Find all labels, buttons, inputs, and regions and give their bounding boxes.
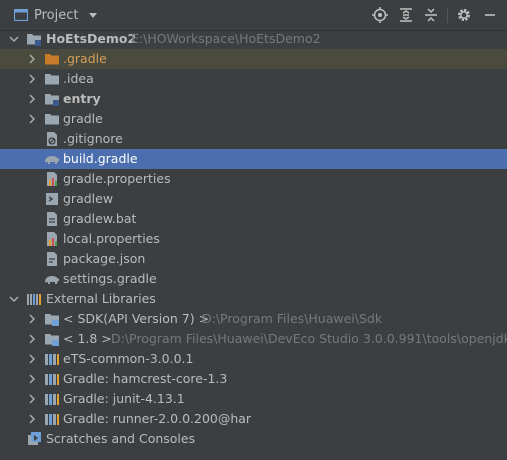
tree-node-idea[interactable]: .idea bbox=[0, 69, 507, 89]
project-root-label: HoEtsDemo2 bbox=[46, 31, 137, 46]
tree-node-gradlew-bat[interactable]: gradlew.bat bbox=[0, 209, 507, 229]
libraries-icon bbox=[27, 294, 41, 305]
tool-window-header: Project bbox=[0, 0, 507, 31]
library-icon bbox=[45, 354, 59, 365]
library-icon bbox=[45, 414, 59, 425]
tree-node-entry[interactable]: entry bbox=[0, 89, 507, 109]
tree-node-gradlew[interactable]: gradlew bbox=[0, 189, 507, 209]
tree-node-settings-gradle[interactable]: settings.gradle bbox=[0, 269, 507, 289]
library-path: D:\Program Files\Huawei\DevEco Studio 3.… bbox=[111, 331, 507, 346]
chevron-right-icon[interactable] bbox=[26, 93, 38, 105]
chevron-right-icon[interactable] bbox=[26, 373, 38, 385]
tree-node-gradle-dir[interactable]: .gradle bbox=[0, 49, 507, 69]
chevron-right-icon[interactable] bbox=[26, 393, 38, 405]
folder-icon bbox=[45, 114, 59, 125]
tree-item-label: .gradle bbox=[63, 51, 107, 66]
tree-node-runner[interactable]: Gradle: runner-2.0.0.200@har bbox=[0, 409, 507, 429]
collapse-all-icon[interactable] bbox=[423, 7, 439, 23]
tree-item-label: gradlew bbox=[63, 191, 114, 206]
tree-item-label: entry bbox=[63, 91, 101, 106]
tree-item-label: package.json bbox=[63, 251, 146, 266]
tree-item-label: settings.gradle bbox=[63, 271, 157, 286]
library-icon bbox=[45, 394, 59, 405]
tree-item-label: local.properties bbox=[63, 231, 160, 246]
tree-node-gitignore[interactable]: .gitignore bbox=[0, 129, 507, 149]
library-label: Gradle: hamcrest-core-1.3 bbox=[63, 371, 228, 386]
locate-icon[interactable] bbox=[372, 7, 388, 23]
tree-node-gradle-folder[interactable]: gradle bbox=[0, 109, 507, 129]
project-root-path: E:\HOWorkspace\HoEtsDemo2 bbox=[131, 31, 321, 46]
tree-node-gradle-properties[interactable]: gradle.properties bbox=[0, 169, 507, 189]
tree-node-ets-common[interactable]: eTS-common-3.0.0.1 bbox=[0, 349, 507, 369]
tree-node-sdk[interactable]: < SDK(API Version 7) > D:\Program Files\… bbox=[0, 309, 507, 329]
chevron-right-icon[interactable] bbox=[26, 313, 38, 325]
toolbar-separator bbox=[447, 8, 448, 23]
module-folder-icon bbox=[45, 94, 59, 106]
library-label: eTS-common-3.0.0.1 bbox=[63, 351, 194, 366]
tree-node-external-libraries[interactable]: External Libraries bbox=[0, 289, 507, 309]
tree-node-local-properties[interactable]: local.properties bbox=[0, 229, 507, 249]
tree-item-label: gradle.properties bbox=[63, 171, 171, 186]
tree-node-package-json[interactable]: package.json bbox=[0, 249, 507, 269]
tree-node-hamcrest[interactable]: Gradle: hamcrest-core-1.3 bbox=[0, 369, 507, 389]
library-label: Gradle: runner-2.0.0.200@har bbox=[63, 411, 252, 426]
tree-node-jdk[interactable]: < 1.8 > D:\Program Files\Huawei\DevEco S… bbox=[0, 329, 507, 349]
chevron-right-icon[interactable] bbox=[26, 333, 38, 345]
tree-item-label: .idea bbox=[63, 71, 94, 86]
tree-node-build-gradle[interactable]: build.gradle bbox=[0, 149, 507, 169]
minimize-icon[interactable] bbox=[482, 7, 498, 23]
tree-item-label: External Libraries bbox=[46, 291, 156, 306]
module-folder-icon bbox=[27, 34, 41, 46]
chevron-right-icon[interactable] bbox=[26, 413, 38, 425]
tree-item-label: gradlew.bat bbox=[63, 211, 137, 226]
library-icon bbox=[45, 374, 59, 385]
chevron-down-icon[interactable] bbox=[88, 10, 98, 20]
tree-node-root[interactable]: HoEtsDemo2 E:\HOWorkspace\HoEtsDemo2 bbox=[0, 29, 507, 49]
gear-icon[interactable] bbox=[456, 7, 472, 23]
batch-file-icon bbox=[47, 212, 57, 226]
chevron-right-icon[interactable] bbox=[26, 353, 38, 365]
folder-icon bbox=[45, 54, 59, 65]
chevron-right-icon[interactable] bbox=[26, 53, 38, 65]
tree-node-scratches[interactable]: Scratches and Consoles bbox=[0, 429, 507, 449]
chevron-down-icon[interactable] bbox=[8, 293, 20, 305]
properties-file-icon bbox=[47, 172, 57, 186]
library-label: Gradle: junit-4.13.1 bbox=[63, 391, 185, 406]
sdk-folder-icon bbox=[45, 314, 59, 326]
expand-all-icon[interactable] bbox=[398, 7, 414, 23]
chevron-down-icon[interactable] bbox=[8, 33, 20, 45]
chevron-right-icon[interactable] bbox=[26, 73, 38, 85]
tree-item-label: Scratches and Consoles bbox=[46, 431, 196, 446]
library-label: < SDK(API Version 7) > bbox=[63, 311, 210, 326]
ignore-file-icon bbox=[47, 132, 57, 146]
project-window-icon bbox=[14, 9, 28, 21]
tree-node-junit[interactable]: Gradle: junit-4.13.1 bbox=[0, 389, 507, 409]
sdk-folder-icon bbox=[45, 334, 59, 346]
gradle-elephant-icon bbox=[45, 156, 59, 164]
tool-window-title: Project bbox=[34, 8, 79, 23]
gradle-elephant-icon bbox=[45, 276, 59, 284]
json-file-icon bbox=[47, 252, 57, 266]
scratches-icon bbox=[28, 432, 41, 445]
chevron-right-icon[interactable] bbox=[26, 113, 38, 125]
properties-file-icon bbox=[47, 232, 57, 246]
library-path: D:\Program Files\Huawei\Sdk bbox=[202, 311, 383, 326]
library-label: < 1.8 > bbox=[63, 331, 112, 346]
tree-item-label: build.gradle bbox=[63, 151, 138, 166]
folder-icon bbox=[45, 74, 59, 85]
tree-item-label: .gitignore bbox=[63, 131, 123, 146]
shell-script-icon bbox=[46, 193, 58, 205]
tree-item-label: gradle bbox=[63, 111, 103, 126]
